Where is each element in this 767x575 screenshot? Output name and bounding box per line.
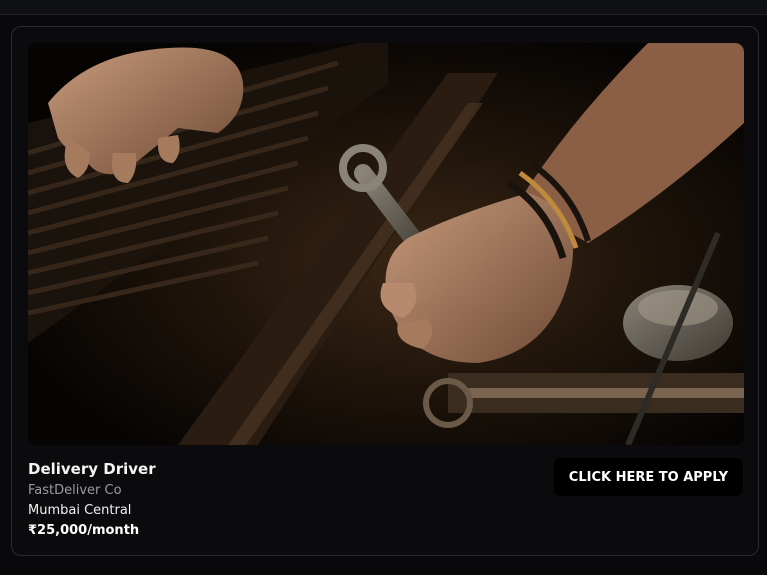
job-salary: ₹25,000/month xyxy=(28,523,140,538)
apply-button[interactable]: CLICK HERE TO APPLY xyxy=(553,458,743,496)
job-location: Mumbai Central xyxy=(28,503,132,518)
top-bar xyxy=(0,0,767,15)
company-name: FastDeliver Co xyxy=(28,483,122,498)
job-info: Delivery Driver FastDeliver Co Mumbai Ce… xyxy=(28,459,156,541)
job-card: Delivery Driver FastDeliver Co Mumbai Ce… xyxy=(11,26,759,556)
job-title: Delivery Driver xyxy=(28,460,156,478)
job-image xyxy=(28,43,744,445)
